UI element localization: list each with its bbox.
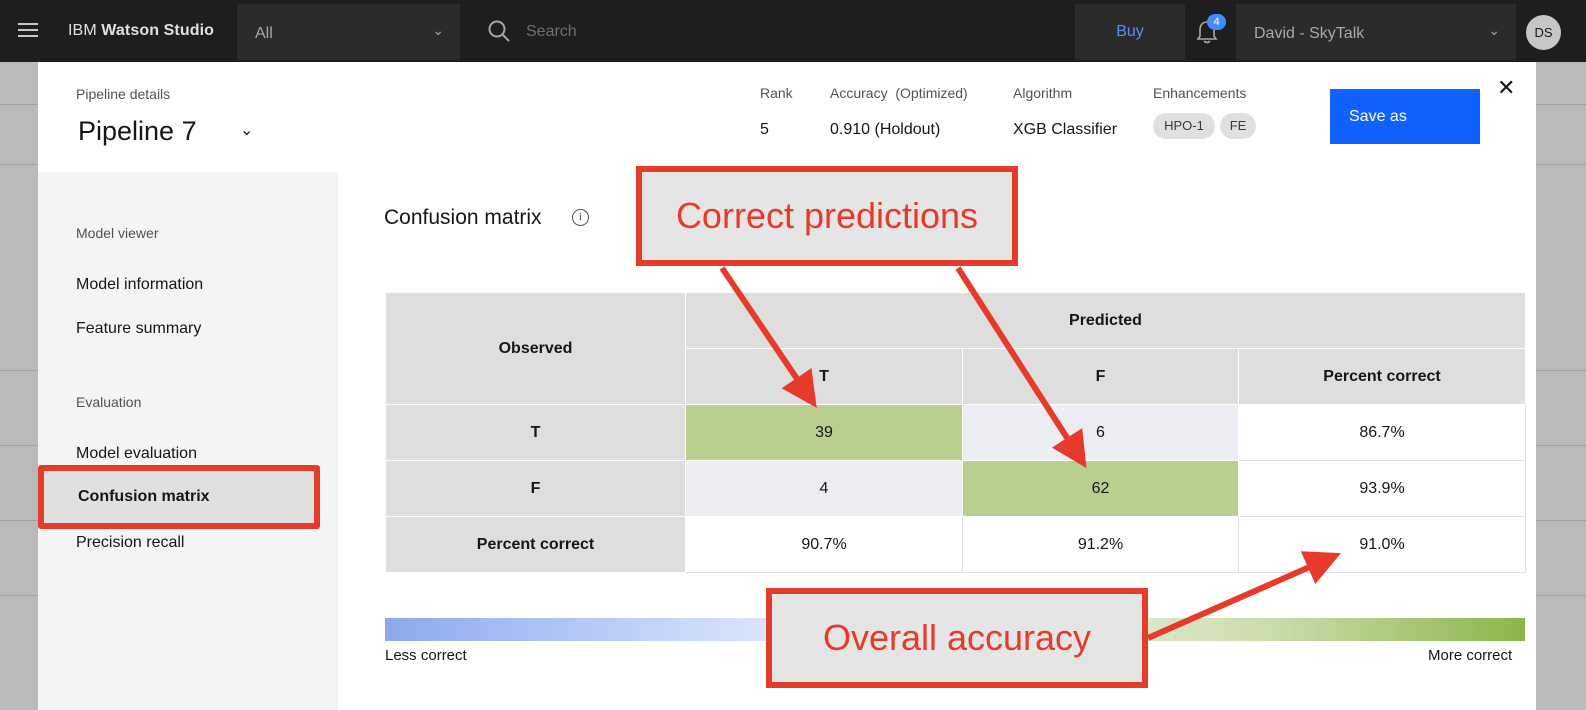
sidebar-item-feature-summary[interactable]: Feature summary: [76, 320, 201, 338]
sidebar-item-model-evaluation[interactable]: Model evaluation: [76, 445, 197, 463]
enhancements-label: Enhancements: [1153, 85, 1247, 101]
rank-value: 5: [760, 121, 769, 138]
account-name: David - SkyTalk: [1254, 25, 1365, 42]
table-row: Percent correct 90.7% 91.2% 91.0%: [385, 516, 1526, 573]
sidebar-nav: Model viewer Model information Feature s…: [38, 172, 336, 710]
column-header-percent-correct: Percent correct: [1238, 348, 1526, 405]
scope-dropdown[interactable]: All ⌄: [237, 4, 460, 60]
pipeline-selector[interactable]: Pipeline 7: [78, 116, 197, 147]
row-percent-correct: 93.9%: [1238, 460, 1526, 517]
table-row: T 39 6 86.7%: [385, 404, 1526, 461]
search-input[interactable]: [526, 19, 1046, 45]
table-row: F 4 62 93.9%: [385, 460, 1526, 517]
sidebar-heading-model-viewer: Model viewer: [76, 225, 159, 241]
row-label: T: [385, 404, 686, 461]
algorithm-label: Algorithm: [1013, 85, 1073, 101]
rank-label: Rank: [760, 85, 793, 101]
predicted-header: Predicted: [685, 292, 1526, 349]
matrix-cell-correct: 62: [962, 460, 1239, 517]
product-name[interactable]: IBM Watson Studio: [68, 22, 214, 40]
search-icon[interactable]: [488, 20, 510, 42]
notification-count-badge: 4: [1207, 14, 1226, 30]
row-percent-correct: 86.7%: [1238, 404, 1526, 461]
matrix-cell-correct: 39: [685, 404, 963, 461]
scale-label-more-correct: More correct: [1428, 647, 1513, 664]
pipeline-details-label: Pipeline details: [76, 86, 171, 102]
callout-correct-predictions: Correct predictions: [636, 166, 1018, 266]
chevron-down-icon: ⌄: [1488, 22, 1500, 38]
column-header-t: T: [685, 348, 963, 405]
modal-header: Pipeline details Pipeline 7 ⌄ Rank 5 Acc…: [38, 62, 1536, 172]
info-icon[interactable]: i: [572, 209, 589, 226]
accuracy-value: 0.910 (Holdout): [830, 121, 941, 138]
scope-value: All: [255, 25, 273, 42]
matrix-cell-incorrect: 4: [685, 460, 963, 517]
scale-label-less-correct: Less correct: [385, 647, 467, 664]
column-percent-correct: 90.7%: [685, 516, 963, 573]
confusion-matrix-table: Observed Predicted T F Percent correct T…: [385, 292, 1526, 573]
buy-link[interactable]: Buy: [1075, 4, 1185, 60]
column-header-f: F: [962, 348, 1239, 405]
observed-header: Observed: [385, 292, 686, 405]
chevron-down-icon[interactable]: ⌄: [240, 120, 253, 140]
enhancement-tag: HPO-1: [1153, 113, 1215, 139]
highlight-box: [38, 465, 320, 529]
save-as-button[interactable]: Save as: [1330, 89, 1480, 144]
accuracy-label: Accuracy (Optimized): [830, 85, 968, 101]
top-navigation-bar: IBM Watson Studio All ⌄ Buy 4 David - Sk…: [0, 0, 1586, 62]
sidebar-item-precision-recall[interactable]: Precision recall: [76, 534, 184, 552]
callout-overall-accuracy: Overall accuracy: [766, 588, 1148, 688]
overall-accuracy-cell: 91.0%: [1238, 516, 1526, 573]
algorithm-value: XGB Classifier: [1013, 121, 1118, 138]
user-avatar[interactable]: DS: [1526, 15, 1561, 50]
sidebar-item-model-information[interactable]: Model information: [76, 276, 203, 294]
enhancement-tag: FE: [1220, 113, 1256, 139]
matrix-cell-incorrect: 6: [962, 404, 1239, 461]
column-percent-correct: 91.2%: [962, 516, 1239, 573]
hamburger-menu-icon[interactable]: [18, 23, 38, 39]
page-title: Confusion matrix: [384, 206, 542, 229]
sidebar-heading-evaluation: Evaluation: [76, 394, 142, 410]
account-switcher[interactable]: David - SkyTalk ⌄: [1236, 4, 1516, 60]
chevron-down-icon: ⌄: [432, 22, 444, 38]
row-label: Percent correct: [385, 516, 686, 573]
close-icon[interactable]: ✕: [1497, 75, 1515, 101]
row-label: F: [385, 460, 686, 517]
